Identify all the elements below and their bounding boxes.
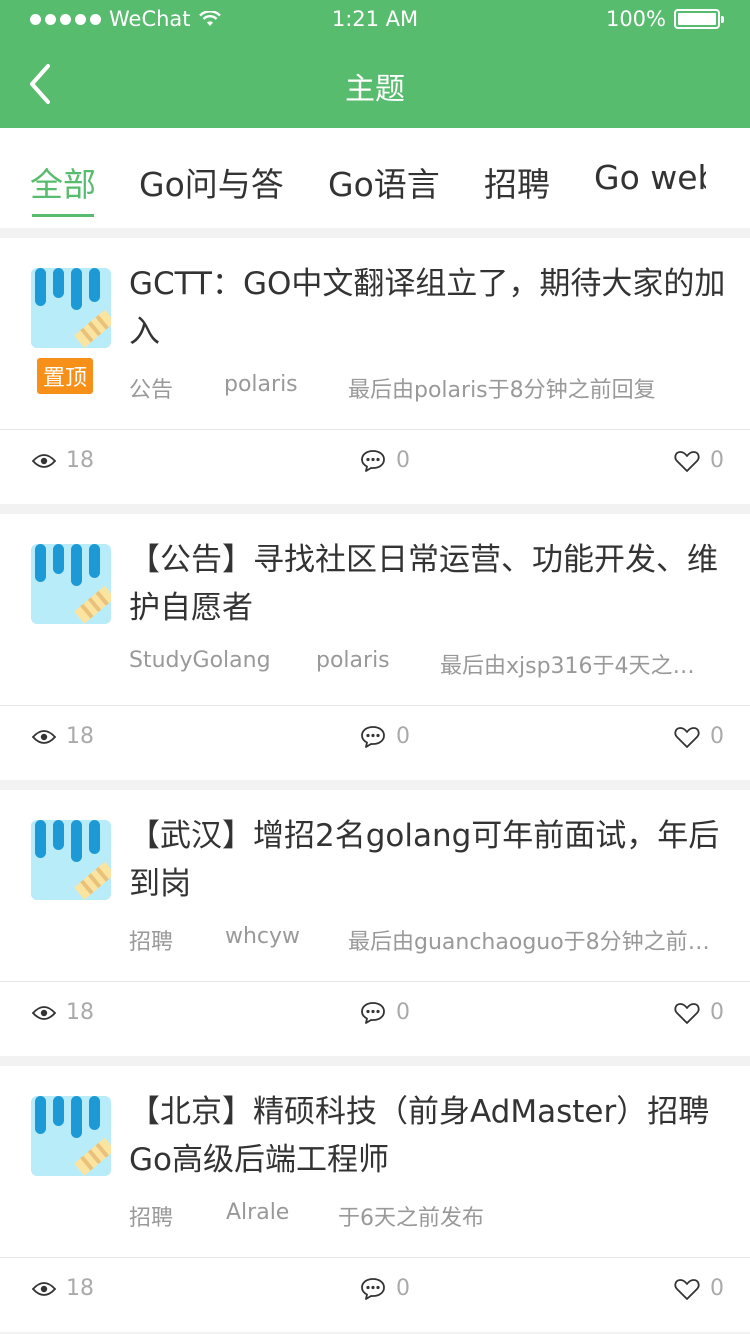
card-divider: [0, 1257, 750, 1258]
card-divider: [0, 981, 750, 982]
topic-card[interactable]: 【公告】寻找社区日常运营、功能开发、维护自愿者 StudyGolang pola…: [0, 514, 750, 780]
go-logo-icon: [31, 268, 111, 348]
comment-icon: [361, 725, 385, 748]
topic-node[interactable]: 公告: [129, 372, 173, 404]
topic-card[interactable]: 置顶 GCTT：GO中文翻译组立了，期待大家的加入 公告 polaris 最后由…: [0, 238, 750, 504]
likes-count: 0: [710, 724, 724, 749]
comment-icon: [361, 1001, 385, 1024]
avatar[interactable]: [31, 1096, 111, 1176]
topic-node[interactable]: 招聘: [129, 924, 173, 956]
likes-count: 0: [710, 448, 724, 473]
card-divider: [0, 705, 750, 706]
comments-button[interactable]: 0: [360, 1276, 410, 1301]
likes-count: 0: [710, 1276, 724, 1301]
views-count: 18: [66, 448, 94, 473]
views-count: 18: [66, 1276, 94, 1301]
comment-icon: [361, 1277, 385, 1300]
battery-icon: [674, 9, 724, 29]
topic-title[interactable]: 【公告】寻找社区日常运营、功能开发、维护自愿者: [129, 536, 729, 632]
views-stat: 18: [32, 448, 94, 473]
topic-reply-info: 于6天之前发布: [338, 1206, 484, 1231]
views-stat: 18: [32, 1000, 94, 1025]
heart-icon: [674, 726, 700, 748]
battery-percent: 100%: [605, 7, 666, 31]
tab-go-language[interactable]: Go语言: [328, 158, 440, 206]
like-button[interactable]: 0: [674, 448, 724, 473]
topic-card[interactable]: 【武汉】增招2名golang可年前面试，年后到岗 招聘 whcyw 最后由gua…: [0, 790, 750, 1056]
comments-count: 0: [396, 1000, 410, 1025]
topic-title[interactable]: 【北京】精硕科技（前身AdMaster）招聘Go高级后端工程师: [129, 1088, 739, 1184]
go-logo-icon: [31, 544, 111, 624]
tab-go-web[interactable]: Go web: [594, 158, 706, 197]
comment-icon: [361, 449, 385, 472]
category-tabs: 全部 Go问与答 Go语言 招聘 Go web: [0, 128, 750, 228]
comments-count: 0: [396, 448, 410, 473]
like-button[interactable]: 0: [674, 1276, 724, 1301]
eye-icon: [32, 453, 56, 468]
avatar[interactable]: [31, 544, 111, 624]
topic-node[interactable]: 招聘: [129, 1200, 173, 1232]
eye-icon: [32, 729, 56, 744]
topic-author[interactable]: whcyw: [225, 924, 300, 949]
page-title: 主题: [345, 72, 405, 107]
tab-go-qa[interactable]: Go问与答: [139, 158, 284, 206]
heart-icon: [674, 1278, 700, 1300]
likes-count: 0: [710, 1000, 724, 1025]
comments-button[interactable]: 0: [360, 724, 410, 749]
go-logo-icon: [31, 1096, 111, 1176]
topic-reply-info: 最后由polaris于8分钟之前回复: [348, 378, 656, 403]
like-button[interactable]: 0: [674, 724, 724, 749]
topic-author[interactable]: polaris: [316, 648, 390, 673]
tab-jobs[interactable]: 招聘: [484, 158, 550, 206]
topic-reply-info: 最后由guanchaoguo于8分钟之前回复: [348, 930, 710, 955]
go-logo-icon: [31, 820, 111, 900]
eye-icon: [32, 1005, 56, 1020]
card-divider: [0, 429, 750, 430]
avatar[interactable]: [31, 820, 111, 900]
topic-author[interactable]: polaris: [224, 372, 298, 397]
views-count: 18: [66, 724, 94, 749]
topic-reply-info: 最后由xjsp316于4天之前回复: [440, 654, 710, 679]
app-header: WeChat 1:21 AM 100% 主题: [0, 0, 750, 128]
eye-icon: [32, 1281, 56, 1296]
views-stat: 18: [32, 724, 94, 749]
like-button[interactable]: 0: [674, 1000, 724, 1025]
heart-icon: [674, 450, 700, 472]
topic-node[interactable]: StudyGolang: [129, 648, 271, 673]
tab-all[interactable]: 全部: [30, 158, 96, 206]
topic-title[interactable]: 【武汉】增招2名golang可年前面试，年后到岗: [129, 812, 729, 908]
heart-icon: [674, 1002, 700, 1024]
views-stat: 18: [32, 1276, 94, 1301]
battery-group: 100%: [605, 7, 724, 31]
views-count: 18: [66, 1000, 94, 1025]
topic-author[interactable]: Alrale: [226, 1200, 289, 1225]
pinned-badge: 置顶: [37, 358, 94, 394]
comments-button[interactable]: 0: [360, 448, 410, 473]
comments-count: 0: [396, 1276, 410, 1301]
topic-card[interactable]: 【北京】精硕科技（前身AdMaster）招聘Go高级后端工程师 招聘 Alral…: [0, 1066, 750, 1332]
comments-button[interactable]: 0: [360, 1000, 410, 1025]
comments-count: 0: [396, 724, 410, 749]
avatar[interactable]: [31, 268, 111, 348]
status-bar: WeChat 1:21 AM 100%: [0, 0, 750, 40]
active-tab-indicator: [32, 214, 94, 217]
topic-title[interactable]: GCTT：GO中文翻译组立了，期待大家的加入: [129, 260, 729, 356]
